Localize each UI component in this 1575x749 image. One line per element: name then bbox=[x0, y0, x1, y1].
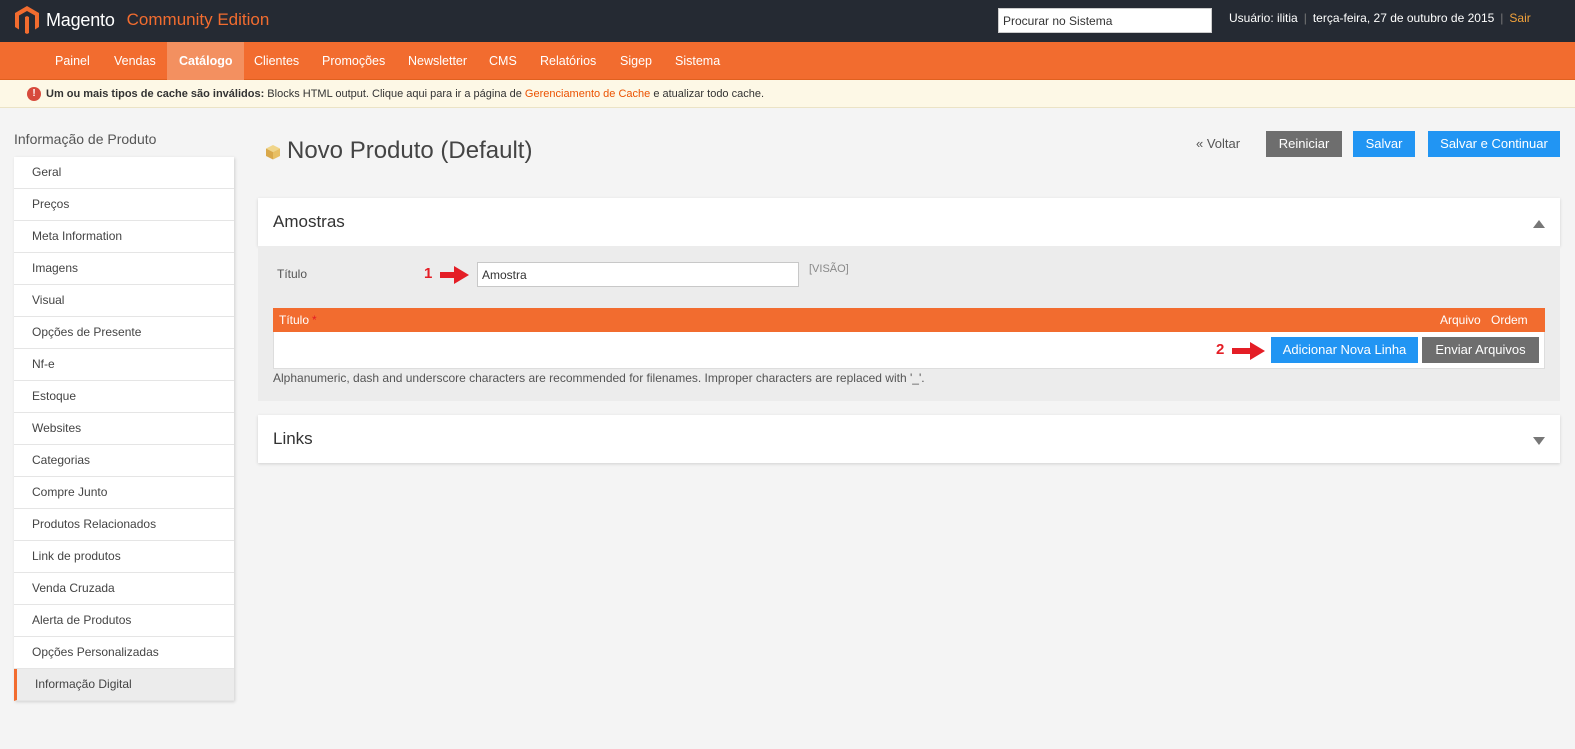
filename-hint: Alphanumeric, dash and underscore charac… bbox=[273, 371, 925, 385]
page-title: Novo Produto (Default) bbox=[287, 137, 533, 164]
message-after: e atualizar todo cache. bbox=[650, 88, 765, 100]
magento-logo[interactable]: Magento Community Edition bbox=[14, 4, 269, 36]
product-box-icon bbox=[266, 145, 280, 160]
cache-message-bar: ! Um ou mais tipos de cache são inválido… bbox=[0, 80, 1575, 108]
sample-title-input[interactable] bbox=[477, 262, 799, 287]
required-mark: * bbox=[312, 313, 317, 327]
add-new-row-button[interactable]: Adicionar Nova Linha bbox=[1271, 337, 1418, 363]
reset-button[interactable]: Reiniciar bbox=[1266, 131, 1342, 157]
sidebar-item-imagens[interactable]: Imagens bbox=[14, 253, 234, 285]
current-date: terça-feira, 27 de outubro de 2015 bbox=[1312, 11, 1495, 25]
sidebar-item-compre-junto[interactable]: Compre Junto bbox=[14, 477, 234, 509]
col-file-header: Arquivo bbox=[1440, 313, 1481, 327]
divider: | bbox=[1500, 11, 1504, 25]
user-info: Usuário: ilitia | terça-feira, 27 de outub… bbox=[1229, 11, 1531, 25]
annotation-marker-1: 1 bbox=[424, 265, 433, 282]
message-text: Um ou mais tipos de cache são inválidos:… bbox=[46, 80, 764, 108]
sidebar-item-precos[interactable]: Preços bbox=[14, 189, 234, 221]
sidebar-item-opcoes-de-presente[interactable]: Opções de Presente bbox=[14, 317, 234, 349]
col-title-label: Título bbox=[279, 313, 310, 327]
back-link[interactable]: « Voltar bbox=[1196, 136, 1240, 151]
title-field-label: Título bbox=[277, 267, 308, 281]
sidebar-item-venda-cruzada[interactable]: Venda Cruzada bbox=[14, 573, 234, 605]
save-button[interactable]: Salvar bbox=[1353, 131, 1415, 157]
sidebar-item-websites[interactable]: Websites bbox=[14, 413, 234, 445]
annotation-arrow-icon bbox=[440, 266, 469, 284]
sidebar-item-opcoes-personalizadas[interactable]: Opções Personalizadas bbox=[14, 637, 234, 669]
error-icon: ! bbox=[27, 87, 41, 101]
sidebar-item-link-de-produtos[interactable]: Link de produtos bbox=[14, 541, 234, 573]
annotation-arrow-icon bbox=[1232, 342, 1265, 360]
sidebar-title: Informação de Produto bbox=[14, 131, 157, 147]
scope-label: [VISÃO] bbox=[809, 263, 849, 275]
sidebar-item-meta-information[interactable]: Meta Information bbox=[14, 221, 234, 253]
sidebar-item-produtos-relacionados[interactable]: Produtos Relacionados bbox=[14, 509, 234, 541]
collapse-up-icon[interactable] bbox=[1533, 220, 1545, 228]
nav-item-newsletter[interactable]: Newsletter bbox=[396, 42, 479, 80]
annotation-marker-2: 2 bbox=[1216, 341, 1225, 358]
sidebar-item-informacao-digital[interactable]: Informação Digital bbox=[14, 669, 234, 701]
top-header: Magento Community Edition Usuário: iliti… bbox=[0, 0, 1575, 42]
col-title-header: Título * bbox=[279, 308, 317, 332]
logo-text: Magento bbox=[46, 9, 115, 30]
col-order-header: Ordem bbox=[1491, 313, 1528, 327]
sidebar-item-visual[interactable]: Visual bbox=[14, 285, 234, 317]
nav-item-sigep[interactable]: Sigep bbox=[608, 42, 664, 80]
sidebar-item-categorias[interactable]: Categorias bbox=[14, 445, 234, 477]
expand-down-icon[interactable] bbox=[1533, 437, 1545, 445]
nav-item-promocoes[interactable]: Promoções bbox=[310, 42, 397, 80]
save-continue-button[interactable]: Salvar e Continuar bbox=[1428, 131, 1560, 157]
nav-item-painel[interactable]: Painel bbox=[43, 42, 102, 80]
edition-label: Community Edition bbox=[126, 10, 270, 29]
links-panel-header[interactable]: Links bbox=[258, 415, 1560, 463]
nav-item-relatorios[interactable]: Relatórios bbox=[528, 42, 608, 80]
logout-link[interactable]: Sair bbox=[1509, 11, 1530, 25]
links-title: Links bbox=[273, 429, 313, 448]
sidebar-item-estoque[interactable]: Estoque bbox=[14, 381, 234, 413]
samples-title: Amostras bbox=[273, 212, 345, 231]
sidebar-item-geral[interactable]: Geral bbox=[14, 157, 234, 189]
product-tabs: Geral Preços Meta Information Imagens Vi… bbox=[14, 157, 234, 701]
message-bold: Um ou mais tipos de cache são inválidos: bbox=[46, 88, 265, 100]
user-label: Usuário: ilitia bbox=[1229, 11, 1298, 25]
sidebar-item-nfe[interactable]: Nf-e bbox=[14, 349, 234, 381]
cache-management-link[interactable]: Gerenciamento de Cache bbox=[525, 88, 650, 100]
samples-grid-header: Título * Arquivo Ordem bbox=[273, 308, 1545, 332]
divider: | bbox=[1303, 11, 1307, 25]
nav-item-vendas[interactable]: Vendas bbox=[102, 42, 168, 80]
nav-item-clientes[interactable]: Clientes bbox=[242, 42, 311, 80]
message-body: Blocks HTML output. Clique aqui para ir … bbox=[264, 88, 525, 100]
sidebar-item-alerta-de-produtos[interactable]: Alerta de Produtos bbox=[14, 605, 234, 637]
nav-item-catalogo[interactable]: Catálogo bbox=[167, 42, 245, 80]
nav-item-cms[interactable]: CMS bbox=[477, 42, 529, 80]
magento-logo-icon bbox=[15, 6, 39, 34]
global-search-input[interactable] bbox=[998, 8, 1212, 33]
main-nav: Painel Vendas Catálogo Clientes Promoçõe… bbox=[0, 42, 1575, 80]
upload-files-button[interactable]: Enviar Arquivos bbox=[1422, 337, 1539, 363]
nav-item-sistema[interactable]: Sistema bbox=[663, 42, 732, 80]
samples-panel-header[interactable]: Amostras bbox=[258, 198, 1560, 246]
